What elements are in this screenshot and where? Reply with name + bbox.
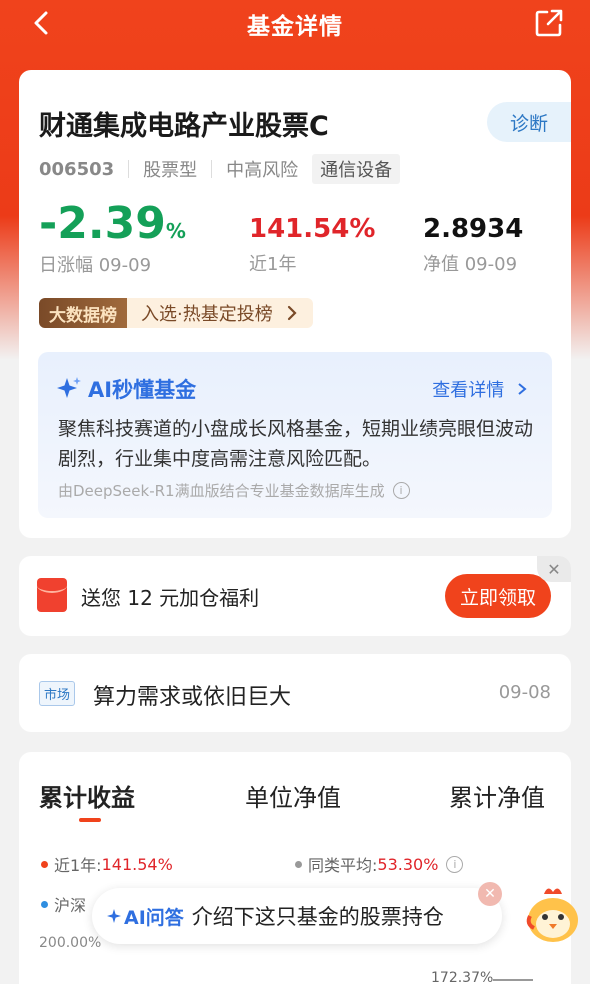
daily-change-label: 日涨幅 09-09 (39, 255, 152, 276)
promo-card: 送您 12 元加仓福利 立即领取 ✕ (19, 556, 571, 636)
diagnose-button[interactable]: 诊断 (487, 102, 571, 142)
fund-code: 006503 (39, 158, 115, 180)
ai-ask-label: AI问答 (124, 906, 184, 929)
ai-ask-prompt: 介绍下这只基金的股票持仓 (191, 905, 444, 929)
legend-peer-average: 同类平均: 53.30% i (295, 852, 464, 876)
red-envelope-icon (37, 578, 67, 612)
nav-label: 净值 09-09 (423, 254, 518, 275)
performance-card: 累计收益 单位净值 累计净值 近1年: 141.54% 同类平均: 53.30% i… (19, 752, 571, 984)
ai-source-note: 由DeepSeek-R1满血版结合专业基金数据库生成 i (58, 480, 410, 501)
legend-index: 沪深 (41, 892, 86, 916)
ai-summary-panel: AI秒懂基金 查看详情 聚焦科技赛道的小盘成长风格基金，短期业绩亮眼但波动剧烈，… (38, 352, 552, 518)
sparkle-icon (57, 377, 81, 398)
assistant-mascot-icon[interactable] (524, 884, 582, 948)
nav-bar: 基金详情 (0, 0, 590, 48)
tab-cumulative-nav[interactable]: 累计净值 (449, 778, 545, 813)
nav-stat: 2.8934 净值 09-09 (423, 214, 523, 276)
ai-summary-title: AI秒懂基金 (88, 378, 197, 402)
news-date: 09-08 (498, 682, 551, 703)
legend-dot (41, 860, 48, 868)
divider (128, 160, 130, 178)
sparkle-icon (107, 909, 121, 923)
daily-change-value: -2.39% (39, 198, 186, 249)
sector-tag[interactable]: 通信设备 (312, 154, 401, 184)
claim-button[interactable]: 立即领取 (445, 574, 551, 618)
ai-ask-bubble[interactable]: AI问答 介绍下这只基金的股票持仓 ✕ (92, 882, 502, 944)
chevron-right-icon (287, 305, 297, 321)
y-axis-top-label: 200.00% (39, 935, 102, 951)
tab-cumulative-return[interactable]: 累计收益 (39, 778, 135, 813)
fund-type: 股票型 (143, 160, 198, 181)
legend-fund: 近1年: 141.54% (41, 852, 173, 876)
share-icon[interactable] (534, 8, 564, 38)
close-icon[interactable]: ✕ (478, 882, 502, 906)
news-tag: 市场 (39, 681, 76, 706)
divider (211, 160, 213, 178)
rank-badge: 大数据榜 (39, 298, 127, 328)
fund-risk: 中高风险 (226, 160, 299, 181)
ai-summary-text: 聚焦科技赛道的小盘成长风格基金，短期业绩亮眼但波动剧烈，行业集中度高需注意风险匹… (58, 418, 534, 470)
legend-dot (295, 860, 302, 868)
promo-text: 送您 12 元加仓福利 (81, 586, 260, 610)
daily-change-stat: -2.39% 日涨幅 09-09 (39, 198, 186, 277)
news-headline: 算力需求或依旧巨大 (93, 685, 292, 710)
legend-dot (41, 900, 48, 908)
rank-text: 入选·热基定投榜 (127, 298, 313, 328)
chart-line (493, 979, 533, 981)
close-icon[interactable]: ✕ (537, 556, 571, 582)
active-tab-indicator (79, 818, 101, 822)
year-return-value: 141.54% (249, 214, 376, 244)
year-return-label: 近1年 (249, 254, 297, 275)
nav-value: 2.8934 (423, 214, 524, 244)
fund-name: 财通集成电路产业股票C (39, 111, 329, 142)
fund-meta: 006503 股票型 中高风险 通信设备 (39, 154, 401, 184)
info-icon[interactable]: i (392, 482, 410, 499)
ai-view-details-link[interactable]: 查看详情 (432, 376, 528, 402)
chevron-right-icon (518, 383, 527, 395)
current-value-marker: 172.37% (431, 970, 494, 984)
back-icon[interactable] (28, 8, 56, 38)
year-return-stat: 141.54% 近1年 (249, 214, 375, 276)
tab-unit-nav[interactable]: 单位净值 (245, 778, 341, 813)
info-icon[interactable]: i (446, 855, 464, 873)
news-card[interactable]: 市场 算力需求或依旧巨大 09-08 (19, 654, 571, 732)
page-title: 基金详情 (247, 14, 343, 40)
rank-banner[interactable]: 大数据榜 入选·热基定投榜 (39, 298, 313, 328)
ai-summary-header: AI秒懂基金 (56, 374, 196, 404)
fund-summary-card: 财通集成电路产业股票C 诊断 006503 股票型 中高风险 通信设备 -2.3… (19, 70, 571, 538)
